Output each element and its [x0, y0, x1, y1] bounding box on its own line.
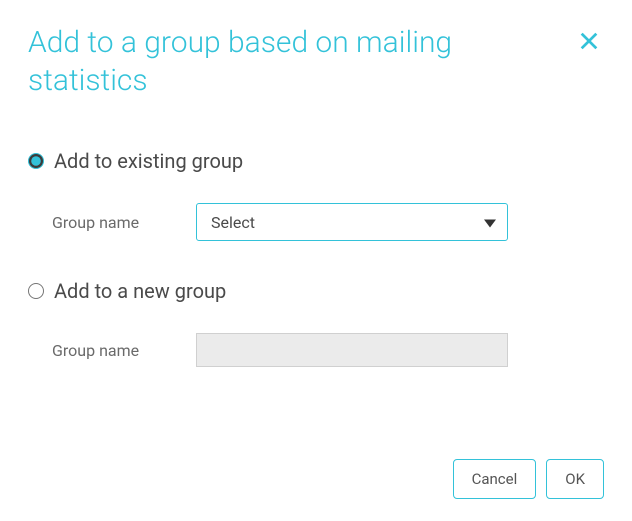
- existing-group-field-row: Group name Select: [28, 203, 604, 241]
- cancel-button[interactable]: Cancel: [453, 459, 537, 499]
- existing-group-section: Add to existing group Group name Select: [28, 149, 604, 241]
- close-button[interactable]: [574, 26, 604, 59]
- group-select-wrapper: Select: [196, 203, 508, 241]
- dialog-footer: Cancel OK: [453, 459, 604, 499]
- new-group-radio[interactable]: [28, 283, 44, 299]
- add-to-group-dialog: Add to a group based on mailing statisti…: [0, 0, 632, 521]
- new-group-radio-label: Add to a new group: [54, 279, 226, 303]
- group-select[interactable]: Select: [196, 203, 508, 241]
- new-group-section: Add to a new group Group name: [28, 279, 604, 367]
- existing-group-radio-row[interactable]: Add to existing group: [28, 149, 604, 173]
- existing-group-field-label: Group name: [52, 213, 162, 232]
- existing-group-radio[interactable]: [28, 153, 44, 169]
- ok-button[interactable]: OK: [546, 459, 604, 499]
- new-group-field-label: Group name: [52, 341, 162, 360]
- existing-group-radio-label: Add to existing group: [54, 149, 243, 173]
- new-group-field-row: Group name: [28, 333, 604, 367]
- new-group-radio-row[interactable]: Add to a new group: [28, 279, 604, 303]
- dialog-title: Add to a group based on mailing statisti…: [28, 24, 528, 99]
- dialog-header: Add to a group based on mailing statisti…: [28, 24, 604, 99]
- close-icon: [578, 40, 600, 55]
- new-group-name-input[interactable]: [196, 333, 508, 367]
- group-select-value: Select: [211, 213, 255, 232]
